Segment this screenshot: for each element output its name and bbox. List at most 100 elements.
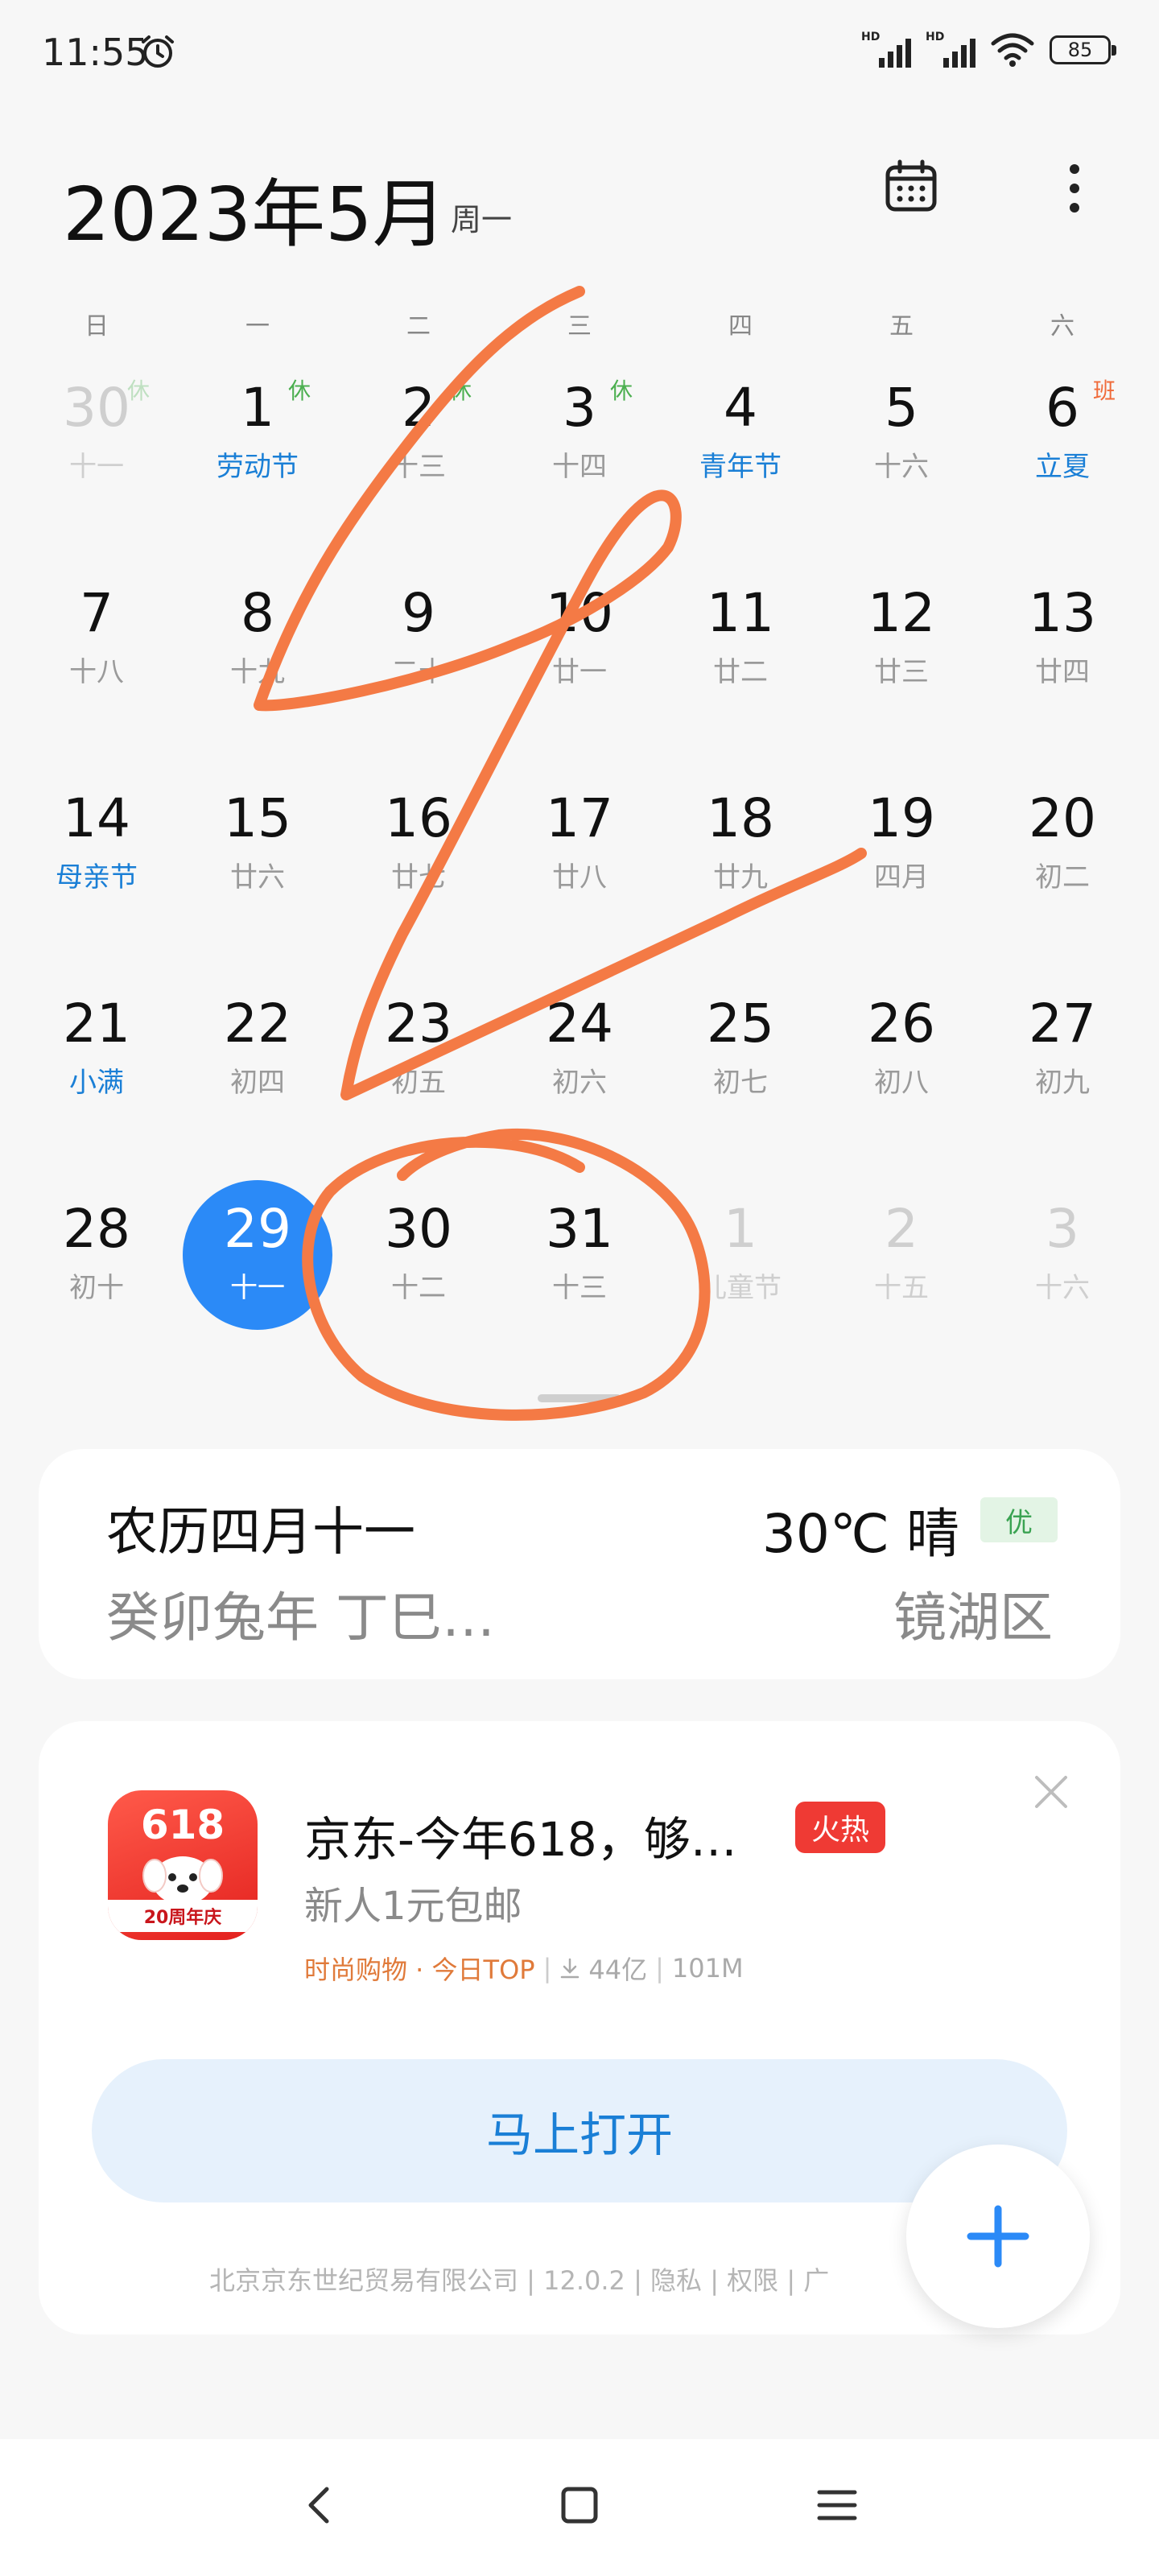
day-cell[interactable]: 1 劳动节 休 (177, 362, 338, 568)
day-cell[interactable]: 3 十六 (982, 1183, 1143, 1389)
mascot-dog-icon (142, 1856, 223, 1905)
status-bar: 11:55 HD HD 85 (0, 0, 1159, 105)
weekday-label: 五 (889, 312, 914, 341)
weather-district: 镜湖区 (893, 1587, 1053, 1649)
weekday-label: 三 (567, 312, 592, 341)
lunar-day: 十三 (552, 1272, 607, 1304)
lunar-day: 十四 (552, 451, 607, 483)
day-number: 5 (885, 377, 918, 439)
day-cell[interactable]: 23 初五 (338, 978, 499, 1183)
day-cell[interactable]: 29 十一 (177, 1180, 338, 1389)
open-app-button[interactable]: 马上打开 (92, 2059, 1067, 2202)
drag-handle[interactable] (538, 1394, 621, 1402)
lunar-day: 廿八 (552, 861, 607, 894)
day-number: 10 (546, 582, 613, 644)
current-weekday: 周一 (451, 202, 513, 237)
weekday-label: 四 (728, 312, 753, 341)
day-cell[interactable]: 16 廿七 (338, 773, 499, 978)
day-number: 19 (868, 787, 935, 849)
day-cell[interactable]: 30 十二 (338, 1183, 499, 1389)
lunar-day: 初二 (1035, 861, 1090, 894)
day-number: 8 (241, 582, 274, 644)
day-number: 1 (241, 377, 274, 439)
day-number: 21 (63, 993, 130, 1055)
day-cell[interactable]: 22 初四 (177, 978, 338, 1183)
day-cell[interactable]: 14 母亲节 (16, 773, 177, 978)
day-cell[interactable]: 20 初二 (982, 773, 1143, 978)
day-cell[interactable]: 10 廿一 (499, 568, 660, 773)
day-cell[interactable]: 28 初十 (16, 1183, 177, 1389)
day-cell[interactable]: 30 十一 休 (16, 362, 177, 568)
battery-icon: 85 (1050, 35, 1116, 64)
add-event-button[interactable] (906, 2145, 1090, 2328)
day-cell[interactable]: 3 十四 休 (499, 362, 660, 568)
day-cell[interactable]: 8 十九 (177, 568, 338, 773)
holiday-badge: 休 (127, 378, 151, 404)
weekday-header: 日一二三四五六 (16, 306, 1143, 341)
day-cell[interactable]: 18 廿九 (660, 773, 821, 978)
calendar-grid: 30 十一休 1 劳动节休 2 十三休 3 十四休 4 青年节 5 十六 6 立夏班 7 十八 8 十九 9 二十 10… (16, 362, 1143, 1389)
signal-hd-label: HD (861, 31, 881, 43)
day-cell[interactable]: 11 廿二 (660, 568, 821, 773)
workday-badge: 班 (1093, 378, 1116, 404)
day-cell[interactable]: 21 小满 (16, 978, 177, 1183)
day-cell[interactable]: 24 初六 (499, 978, 660, 1183)
day-cell[interactable]: 6 立夏 班 (982, 362, 1143, 568)
lunar-day: 十六 (874, 451, 929, 483)
day-cell[interactable]: 9 二十 (338, 568, 499, 773)
day-cell[interactable]: 25 初七 (660, 978, 821, 1183)
calendar-icon[interactable] (884, 159, 938, 214)
hot-badge: 火热 (795, 1802, 885, 1853)
day-number: 18 (707, 787, 774, 849)
lunar-date: 农历四月十一 (106, 1503, 415, 1563)
lunar-day: 十二 (391, 1272, 446, 1304)
lunar-day: 廿七 (391, 861, 446, 894)
festival-label: 母亲节 (56, 861, 138, 894)
ad-title[interactable]: 京东-今年618，够… (304, 1802, 737, 1869)
weekday-label: 六 (1050, 312, 1074, 341)
day-cell[interactable]: 15 廿六 (177, 773, 338, 978)
day-number: 30 (63, 377, 130, 439)
day-number: 9 (402, 582, 435, 644)
lunar-day: 初八 (874, 1067, 929, 1099)
wifi-icon (991, 33, 1034, 67)
day-number: 4 (724, 377, 757, 439)
battery-level: 85 (1067, 39, 1093, 61)
home-icon[interactable] (555, 2481, 604, 2529)
day-cell[interactable]: 27 初九 (982, 978, 1143, 1183)
more-icon[interactable] (1054, 159, 1095, 217)
day-number: 25 (707, 993, 774, 1055)
status-time: 11:55 (42, 31, 149, 74)
lunar-weather-card[interactable]: 农历四月十一 癸卯兔年 丁巳… 30℃ 晴 优 镜湖区 (39, 1449, 1120, 1679)
lunar-day: 十一 (69, 451, 124, 483)
lunar-day: 十八 (69, 656, 124, 688)
weekday-label: 一 (245, 312, 270, 341)
day-cell[interactable]: 12 廿三 (821, 568, 982, 773)
lunar-day: 二十 (391, 656, 446, 688)
day-cell[interactable]: 31 十三 (499, 1183, 660, 1389)
lunar-day: 初六 (552, 1067, 607, 1099)
day-cell[interactable]: 17 廿八 (499, 773, 660, 978)
day-cell[interactable]: 13 廿四 (982, 568, 1143, 773)
signal-hd-label: HD (926, 31, 945, 43)
day-cell[interactable]: 4 青年节 (660, 362, 821, 568)
day-cell[interactable]: 2 十三 休 (338, 362, 499, 568)
month-title[interactable]: 2023年5月 (63, 155, 447, 262)
back-icon[interactable] (296, 2481, 344, 2529)
day-cell[interactable]: 7 十八 (16, 568, 177, 773)
day-cell[interactable]: 26 初八 (821, 978, 982, 1183)
day-cell[interactable]: 19 四月 (821, 773, 982, 978)
day-cell[interactable]: 2 十五 (821, 1183, 982, 1389)
ad-subtitle: 新人1元包邮 (304, 1884, 522, 1929)
day-cell[interactable]: 1 儿童节 (660, 1183, 821, 1389)
menu-icon[interactable] (813, 2481, 861, 2529)
close-icon[interactable] (1027, 1768, 1075, 1816)
lunar-day: 十九 (230, 656, 285, 688)
app-icon[interactable]: 618 20周年庆 (108, 1790, 258, 1940)
day-number: 16 (385, 787, 452, 849)
day-cell[interactable]: 5 十六 (821, 362, 982, 568)
lunar-day: 十五 (874, 1272, 929, 1304)
download-icon (561, 1958, 580, 1979)
holiday-badge: 休 (610, 378, 633, 404)
alarm-icon (142, 35, 174, 68)
